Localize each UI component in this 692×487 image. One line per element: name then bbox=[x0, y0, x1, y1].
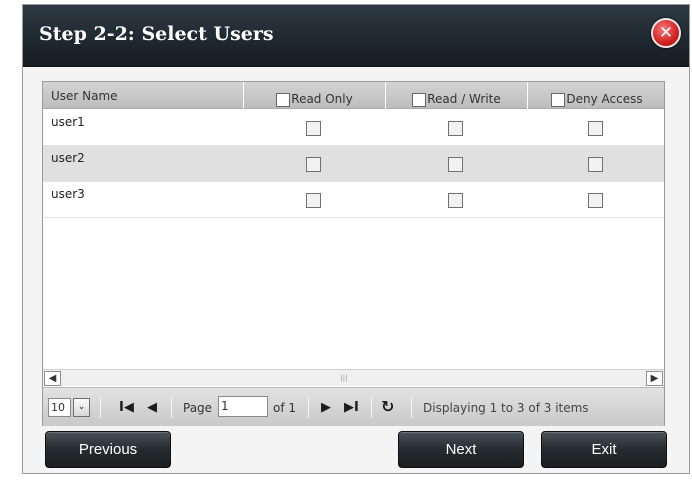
pager-divider bbox=[308, 397, 309, 418]
close-icon[interactable]: ✕ bbox=[651, 18, 681, 48]
horizontal-scrollbar[interactable]: ◀ ||| ▶ bbox=[43, 369, 664, 386]
read-only-checkbox[interactable] bbox=[306, 193, 321, 208]
deny-access-checkbox[interactable] bbox=[588, 157, 603, 172]
pagination-bar: 10 ⌄ I◀ ◀ Page 1 of 1 ▶ ▶I ↻ Displaying … bbox=[43, 387, 664, 426]
grid-header: User Name Read Only Read / Write Deny Ac… bbox=[43, 82, 664, 109]
dialog-title: Step 2-2: Select Users bbox=[39, 23, 274, 45]
pager-divider bbox=[100, 397, 101, 418]
chevron-down-icon[interactable]: ⌄ bbox=[73, 398, 90, 417]
page-label: Page bbox=[183, 401, 213, 415]
table-row[interactable]: user1 bbox=[43, 110, 664, 146]
page-number-input[interactable]: 1 bbox=[218, 396, 268, 417]
exit-button[interactable]: Exit bbox=[541, 431, 667, 468]
scroll-left-icon[interactable]: ◀ bbox=[44, 371, 61, 386]
scrollbar-thumb[interactable]: ||| bbox=[339, 373, 349, 383]
column-header-read-write: Read / Write bbox=[386, 82, 528, 109]
previous-button[interactable]: Previous bbox=[45, 431, 171, 468]
rows-per-page-select[interactable]: 10 bbox=[48, 398, 71, 417]
user-name-cell: user3 bbox=[51, 187, 85, 201]
column-header-read-only-label: Read Only bbox=[291, 92, 353, 106]
column-header-user-name[interactable]: User Name bbox=[43, 82, 244, 109]
previous-page-icon[interactable]: ◀ bbox=[147, 398, 157, 417]
user-name-cell: user2 bbox=[51, 151, 85, 165]
next-button[interactable]: Next bbox=[398, 431, 524, 468]
pager-status: Displaying 1 to 3 of 3 items bbox=[423, 401, 589, 415]
page-count-label: of 1 bbox=[273, 401, 297, 415]
column-header-read-only: Read Only bbox=[244, 82, 386, 109]
scroll-right-icon[interactable]: ▶ bbox=[646, 371, 663, 386]
column-header-read-write-label: Read / Write bbox=[427, 92, 501, 106]
column-header-deny-access-label: Deny Access bbox=[566, 92, 643, 106]
grid-rows: user1 user2 user3 bbox=[43, 110, 664, 218]
pager-divider bbox=[411, 397, 412, 418]
users-grid: User Name Read Only Read / Write Deny Ac… bbox=[42, 81, 665, 426]
read-only-checkbox[interactable] bbox=[306, 121, 321, 136]
select-all-read-only-checkbox[interactable] bbox=[276, 93, 291, 107]
next-page-icon[interactable]: ▶ bbox=[321, 398, 331, 417]
read-write-checkbox[interactable] bbox=[448, 121, 463, 136]
select-users-dialog: Step 2-2: Select Users ✕ User Name Read … bbox=[22, 4, 690, 474]
read-only-checkbox[interactable] bbox=[306, 157, 321, 172]
table-row[interactable]: user3 bbox=[43, 182, 664, 218]
column-header-deny-access: Deny Access bbox=[528, 82, 666, 109]
first-page-icon[interactable]: I◀ bbox=[119, 398, 134, 417]
dialog-titlebar: Step 2-2: Select Users ✕ bbox=[23, 5, 689, 67]
deny-access-checkbox[interactable] bbox=[588, 193, 603, 208]
pager-divider bbox=[171, 397, 172, 418]
table-row[interactable]: user2 bbox=[43, 146, 664, 182]
pager-divider bbox=[371, 397, 372, 418]
refresh-icon[interactable]: ↻ bbox=[381, 397, 394, 416]
select-all-read-write-checkbox[interactable] bbox=[412, 93, 427, 107]
read-write-checkbox[interactable] bbox=[448, 193, 463, 208]
deny-access-checkbox[interactable] bbox=[588, 121, 603, 136]
user-name-cell: user1 bbox=[51, 115, 85, 129]
last-page-icon[interactable]: ▶I bbox=[344, 398, 359, 417]
select-all-deny-access-checkbox[interactable] bbox=[551, 93, 566, 107]
read-write-checkbox[interactable] bbox=[448, 157, 463, 172]
